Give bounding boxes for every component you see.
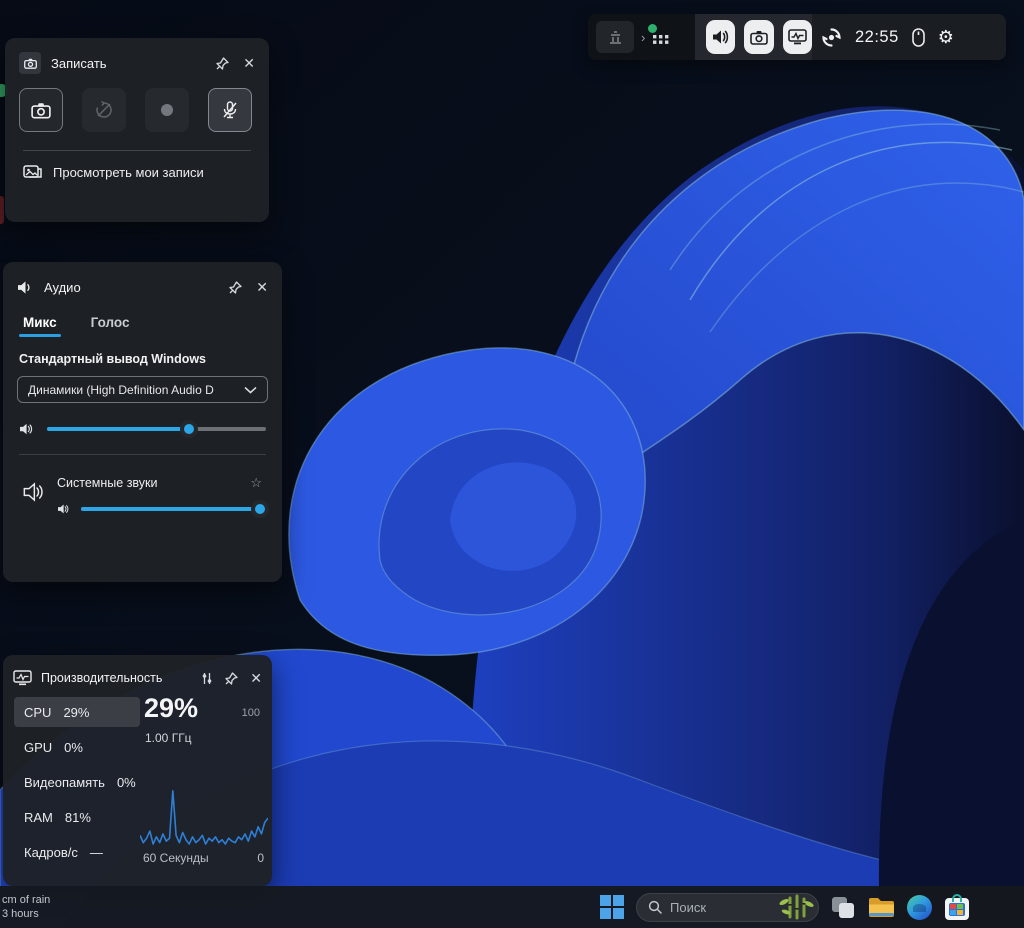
system-sounds-slider[interactable] xyxy=(81,507,260,511)
desktop: › xyxy=(0,0,1024,928)
close-icon[interactable]: ✕ xyxy=(256,280,268,294)
screenshot-button[interactable] xyxy=(19,88,63,132)
app-icon xyxy=(608,30,623,45)
pin-icon[interactable] xyxy=(229,281,242,294)
speaker-small-icon xyxy=(57,503,71,515)
search-highlight-bamboo-icon[interactable] xyxy=(776,894,814,920)
metric-row-fps[interactable]: Кадров/с — xyxy=(14,837,140,867)
chart-x-axis: 60 Секунды 0 xyxy=(143,851,264,865)
options-sliders-icon[interactable] xyxy=(201,672,213,685)
performance-widget-toggle[interactable] xyxy=(783,20,812,54)
search-placeholder: Поиск xyxy=(670,900,776,915)
camera-icon xyxy=(750,30,768,45)
default-output-label: Стандартный вывод Windows xyxy=(17,352,268,366)
clock: 22:55 xyxy=(855,28,899,47)
audio-panel-title: Аудио xyxy=(44,280,81,295)
tab-mix[interactable]: Микс xyxy=(23,315,57,337)
capture-panel: Записать ✕ xyxy=(5,38,269,222)
audio-widget-toggle[interactable] xyxy=(706,20,735,54)
output-device-dropdown[interactable]: Динамики (High Definition Audio D xyxy=(17,376,268,403)
metric-row-vram[interactable]: Видеопамять 0% xyxy=(14,767,140,797)
metric-row-gpu[interactable]: GPU 0% xyxy=(14,732,140,762)
start-button[interactable] xyxy=(598,893,626,921)
chevron-right-icon[interactable]: › xyxy=(641,30,645,45)
close-icon[interactable]: ✕ xyxy=(243,56,255,70)
task-view-icon xyxy=(831,895,855,919)
record-dot-icon xyxy=(158,101,176,119)
star-icon[interactable]: ☆ xyxy=(250,475,262,491)
search-icon xyxy=(648,900,662,914)
speaker-small-icon xyxy=(19,422,35,436)
capture-panel-title: Записать xyxy=(51,56,107,71)
taskbar: cm of rain 3 hours Поиск xyxy=(0,886,1024,928)
weather-widget[interactable]: cm of rain 3 hours xyxy=(2,893,50,921)
metric-list: CPU 29% GPU 0% Видеопамять 0% RAM 81% Ка… xyxy=(14,697,140,872)
toolbar-widget-toggles xyxy=(695,14,812,60)
mic-muted-icon xyxy=(220,100,240,120)
performance-monitor-icon xyxy=(13,670,32,687)
mouse-icon[interactable] xyxy=(912,28,925,47)
microphone-muted-button[interactable] xyxy=(208,88,252,132)
system-sounds-label: Системные звуки xyxy=(57,476,158,490)
slider-thumb[interactable] xyxy=(251,500,269,518)
taskbar-search[interactable]: Поиск xyxy=(636,893,819,922)
performance-monitor-icon xyxy=(788,29,807,46)
camera-icon xyxy=(31,102,51,119)
audio-tabs: Микс Голос xyxy=(17,315,268,337)
system-sounds-icon xyxy=(23,481,47,503)
metric-row-cpu[interactable]: CPU 29% xyxy=(14,697,140,727)
capture-widget-toggle[interactable] xyxy=(744,20,773,54)
start-recording-button[interactable] xyxy=(145,88,189,132)
weather-line1: cm of rain xyxy=(2,893,50,907)
edge-icon xyxy=(907,895,932,920)
slider-fill xyxy=(81,507,260,511)
toolbar-right-segment: 22:55 ⚙ xyxy=(812,14,1006,60)
close-icon[interactable]: ✕ xyxy=(250,671,262,685)
record-last-button[interactable] xyxy=(82,88,126,132)
record-last-disabled-icon xyxy=(94,100,114,120)
windows-logo-icon xyxy=(600,895,624,919)
speaker-icon xyxy=(17,280,34,295)
master-volume-slider[interactable] xyxy=(47,427,266,431)
widget-menu-button[interactable] xyxy=(652,30,670,48)
folder-icon xyxy=(868,896,895,918)
file-explorer-button[interactable] xyxy=(867,893,895,921)
grid-icon xyxy=(652,30,670,48)
task-view-button[interactable] xyxy=(829,893,857,921)
resources-swirl-icon[interactable] xyxy=(821,27,842,48)
x-axis-right-label: 0 xyxy=(257,851,264,865)
active-app-button[interactable] xyxy=(596,21,634,53)
output-device-value: Динамики (High Definition Audio D xyxy=(28,383,244,397)
microsoft-store-button[interactable] xyxy=(943,893,971,921)
x-axis-left-label: 60 Секунды xyxy=(143,851,209,865)
performance-panel: Производительность ✕ CPU 29% xyxy=(3,655,272,886)
view-my-captures-link[interactable]: Просмотреть мои записи xyxy=(19,164,255,180)
chevron-down-icon xyxy=(244,386,257,394)
audio-panel: Аудио ✕ Микс Голос Стандартный вывод Win… xyxy=(3,262,282,582)
performance-panel-title: Производительность xyxy=(41,671,162,685)
slider-fill xyxy=(47,427,189,431)
gamebar-toolbar: › xyxy=(588,14,1006,60)
divider xyxy=(19,454,266,455)
toolbar-left-segment: › xyxy=(588,14,695,60)
speaker-icon xyxy=(712,29,730,45)
gallery-icon xyxy=(23,164,42,180)
tab-voice[interactable]: Голос xyxy=(91,315,130,337)
store-icon xyxy=(945,898,969,920)
edge-browser-button[interactable] xyxy=(905,893,933,921)
weather-line2: 3 hours xyxy=(2,907,50,921)
perf-chart-line xyxy=(140,791,268,844)
pin-icon[interactable] xyxy=(216,57,229,70)
settings-gear-icon[interactable]: ⚙ xyxy=(938,28,954,46)
pin-icon[interactable] xyxy=(225,672,238,685)
metric-row-ram[interactable]: RAM 81% xyxy=(14,802,140,832)
view-my-captures-label: Просмотреть мои записи xyxy=(53,165,204,180)
divider xyxy=(23,150,251,151)
slider-thumb[interactable] xyxy=(180,420,198,438)
capture-panel-icon xyxy=(19,52,41,74)
camera-icon xyxy=(24,58,37,69)
background-widget-fragment-red xyxy=(0,196,4,224)
cpu-usage-chart xyxy=(140,713,268,857)
